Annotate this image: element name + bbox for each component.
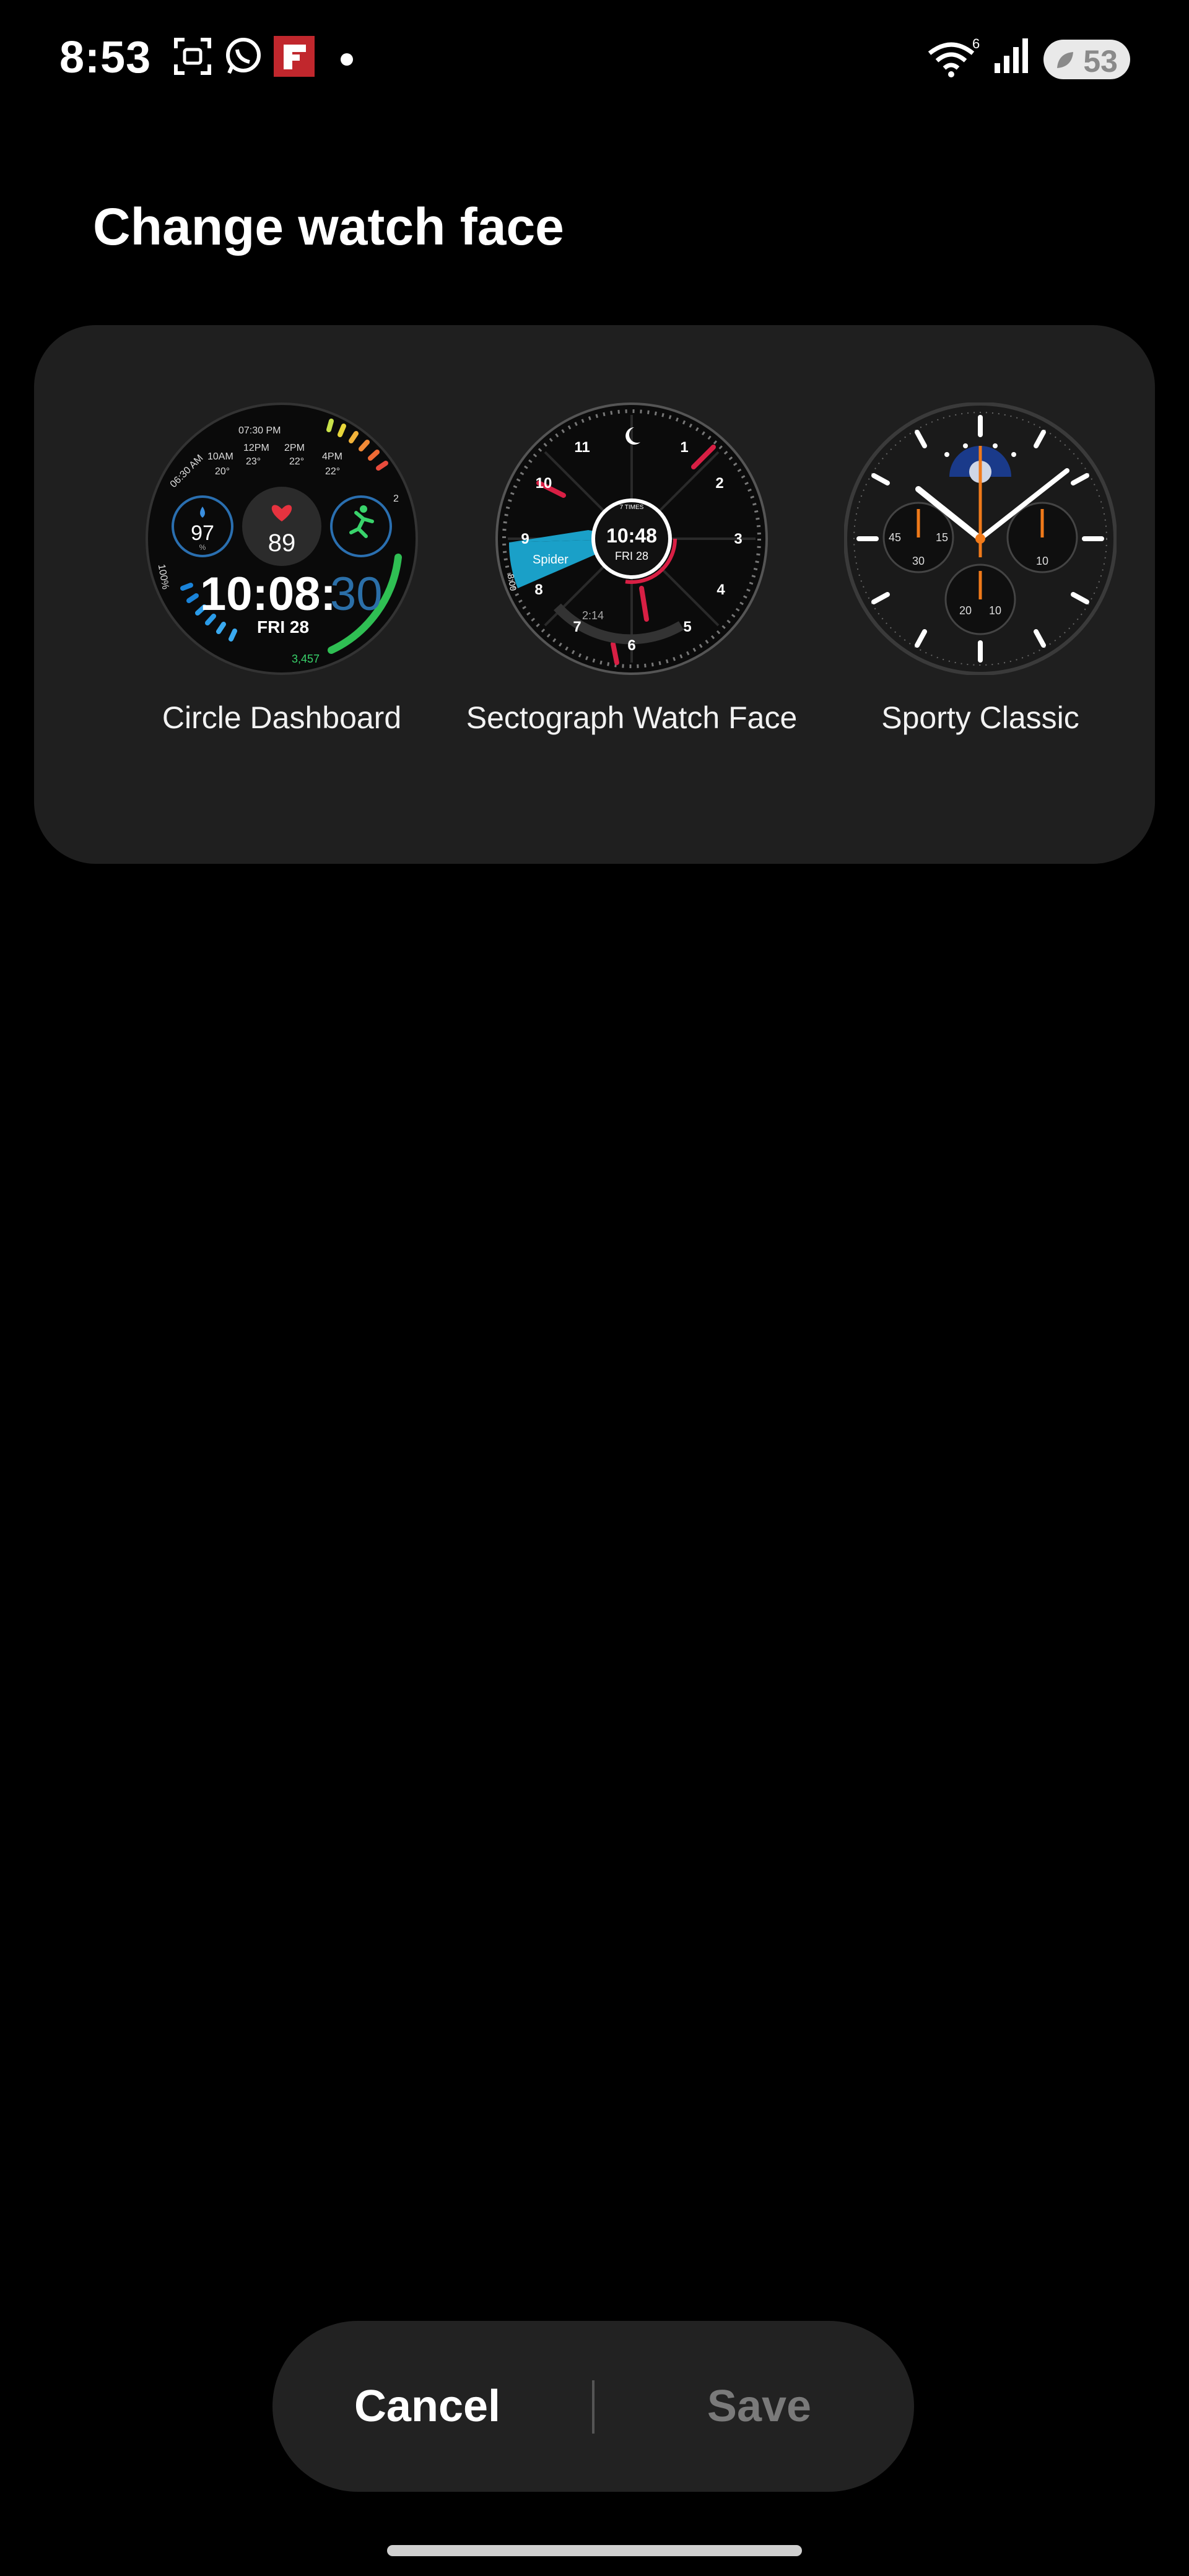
hour-label-4: 4PM xyxy=(322,451,342,462)
clock-time: 10:08: xyxy=(200,568,336,620)
status-time: 8:53 xyxy=(59,33,152,82)
numeral-6: 6 xyxy=(627,637,635,654)
center-date: FRI 28 xyxy=(615,550,648,562)
cancel-button[interactable]: Cancel xyxy=(272,2321,582,2492)
network-type-label: 6 xyxy=(972,36,980,51)
numeral-7: 7 xyxy=(573,619,581,635)
hour-label-1: 10AM xyxy=(207,451,233,462)
circle-dashboard-preview: 07:30 PM 06:30 AM 10AM 12PM 2PM 4PM 20° … xyxy=(146,402,418,675)
numeral-8: 8 xyxy=(534,581,542,598)
arc-text: 2:14 xyxy=(582,609,604,622)
watch-face-label: Sporty Classic xyxy=(881,700,1079,735)
numeral-4: 4 xyxy=(716,581,725,598)
event-label: Spider xyxy=(533,553,568,567)
temp-label-4: 22° xyxy=(325,466,340,477)
center-time: 10:48 xyxy=(606,524,657,547)
action-bar: Cancel Save xyxy=(272,2321,914,2492)
wifi-icon: 6 xyxy=(928,36,980,77)
battery-indicator: 53 xyxy=(1043,40,1130,79)
sporty-classic-preview: 45 15 30 10 20 10 xyxy=(844,402,1117,675)
steps-value: 3,457 xyxy=(292,653,320,665)
hour-label-3: 2PM xyxy=(284,443,305,453)
numeral-9: 9 xyxy=(521,531,529,547)
notification-dot xyxy=(341,53,353,66)
hour-label-2: 12PM xyxy=(243,443,269,453)
spo2-unit: % xyxy=(199,543,206,552)
temp-label-3: 22° xyxy=(289,456,304,467)
subdial-left-30: 30 xyxy=(912,555,925,567)
signal-icon xyxy=(995,38,1028,73)
clock-date: FRI 28 xyxy=(257,617,309,637)
watch-face-label: Circle Dashboard xyxy=(162,700,402,735)
temp-label-1: 20° xyxy=(215,466,230,477)
spo2-value: 97 xyxy=(191,521,214,545)
subdial-left-15: 15 xyxy=(936,531,948,544)
temp-label-2: 23° xyxy=(246,456,261,467)
watch-face-sporty-classic[interactable]: 45 15 30 10 20 10 Sporty Classic xyxy=(807,402,1154,805)
numeral-5: 5 xyxy=(683,619,691,635)
numeral-2: 2 xyxy=(715,475,723,492)
watch-face-label: Sectograph Watch Face xyxy=(466,700,798,735)
center-top-label: 7 TIMES xyxy=(620,504,644,511)
sectograph-preview: Spider 8:00 2:14 11 1 2 3 10 4 5 6 7 8 9… xyxy=(495,402,768,675)
subdial-right-10: 10 xyxy=(1036,555,1048,567)
clock-seconds: 30 xyxy=(330,568,383,620)
battery-level: 53 xyxy=(1083,44,1118,79)
numeral-1: 1 xyxy=(680,439,688,456)
numeral-10: 10 xyxy=(536,475,552,492)
status-bar: 8:53 6 53 xyxy=(0,0,1189,124)
flipboard-icon xyxy=(274,36,315,77)
battery-saver-icon xyxy=(1057,52,1073,68)
screenshot-icon xyxy=(174,38,211,75)
subdial-bottom-20: 20 xyxy=(959,604,972,617)
save-button[interactable]: Save xyxy=(604,2321,914,2492)
numeral-11: 11 xyxy=(574,439,590,456)
watch-faces-card: 07:30 PM 06:30 AM 10AM 12PM 2PM 4PM 20° … xyxy=(34,325,1155,864)
ring-mark: 2 xyxy=(393,494,399,504)
whatsapp-icon xyxy=(226,38,261,74)
subdial-left-45: 45 xyxy=(889,531,901,544)
page-title: Change watch face xyxy=(93,198,564,256)
numeral-3: 3 xyxy=(734,531,742,547)
sunrise-time: 07:30 PM xyxy=(238,425,281,436)
home-indicator[interactable] xyxy=(387,2545,802,2556)
watch-face-sectograph[interactable]: Spider 8:00 2:14 11 1 2 3 10 4 5 6 7 8 9… xyxy=(458,402,805,805)
heart-rate-value: 89 xyxy=(268,529,296,557)
watch-face-circle-dashboard[interactable]: 07:30 PM 06:30 AM 10AM 12PM 2PM 4PM 20° … xyxy=(108,402,455,805)
action-divider xyxy=(592,2380,594,2434)
subdial-bottom-10: 10 xyxy=(989,604,1001,617)
